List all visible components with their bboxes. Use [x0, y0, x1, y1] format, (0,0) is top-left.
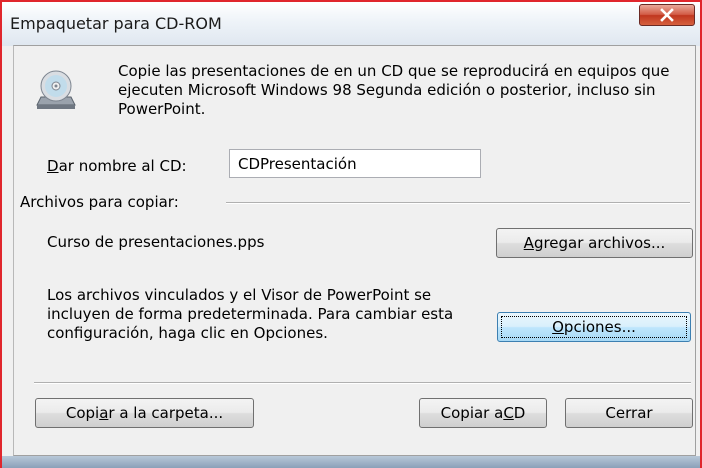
- footer-separator: [34, 382, 691, 384]
- close-button[interactable]: Cerrar: [565, 398, 693, 428]
- file-list-item[interactable]: Curso de presentaciones.pps: [47, 233, 264, 251]
- title-bar[interactable]: Empaquetar para CD-ROM: [2, 2, 700, 46]
- copy-to-folder-button[interactable]: Copi a r a la carpeta...: [35, 398, 254, 428]
- group-divider: [226, 202, 690, 204]
- cd-name-input[interactable]: [229, 149, 481, 178]
- options-button[interactable]: Opciones...: [497, 312, 691, 342]
- linked-files-note: Los archivos vinculados y el Visor de Po…: [47, 286, 454, 342]
- cd-drive-icon: [36, 70, 76, 109]
- files-group-label: Archivos para copiar:: [20, 193, 185, 211]
- add-files-button[interactable]: Agregar archivos...: [496, 228, 693, 258]
- cd-name-label: Dar nombre al CD:: [47, 157, 187, 175]
- window-bottom-border: [0, 456, 702, 468]
- focus-rect: [501, 316, 687, 338]
- window-title: Empaquetar para CD-ROM: [10, 14, 222, 33]
- copy-to-cd-button[interactable]: Copiar a CD: [419, 398, 547, 428]
- close-icon[interactable]: [639, 4, 695, 26]
- intro-text: Copie las presentaciones de en un CD que…: [118, 62, 670, 118]
